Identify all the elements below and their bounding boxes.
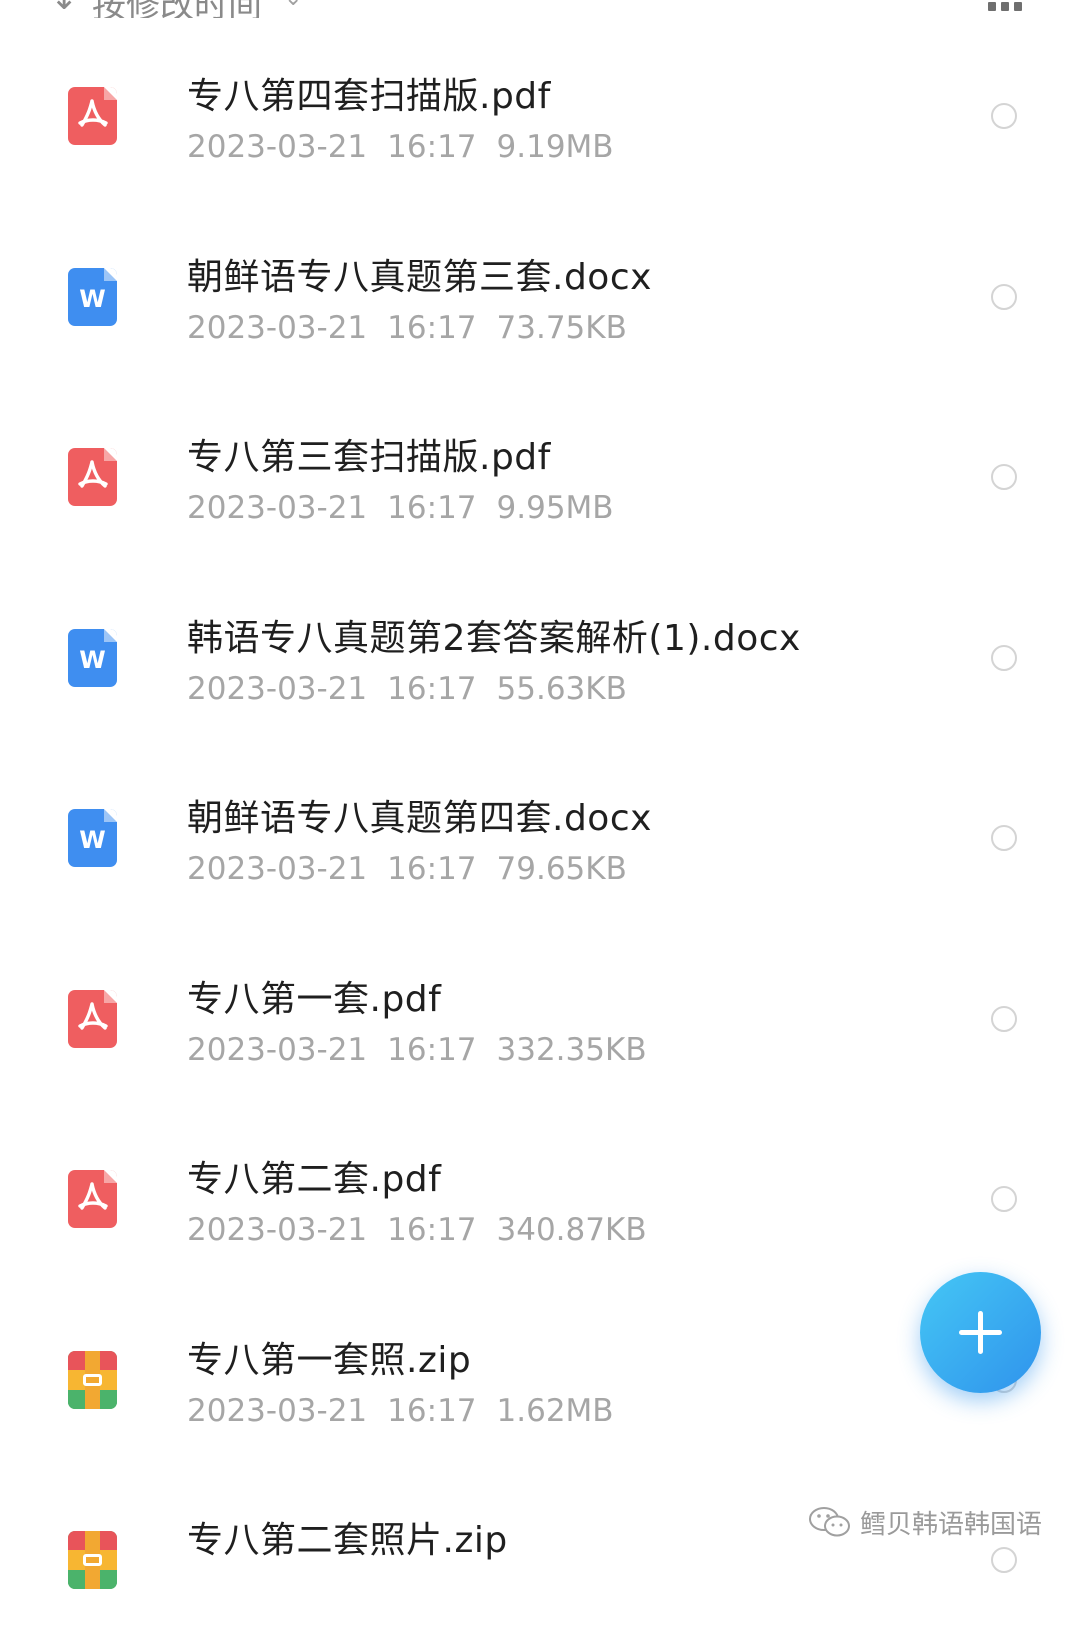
grid-view-icon[interactable] — [988, 2, 1022, 11]
file-name: 朝鲜语专八真题第三套.docx — [187, 256, 652, 298]
svg-text:W: W — [79, 826, 105, 854]
file-date: 2023-03-21 — [187, 1031, 368, 1068]
add-button[interactable] — [920, 1272, 1041, 1393]
file-time: 16:17 — [387, 851, 477, 887]
sort-label[interactable]: 按修改时间 — [92, 0, 262, 18]
file-row[interactable]: 专八第一套照.zip 2023-03-21 16:17 1.62MB — [0, 1289, 1080, 1469]
file-name: 韩语专八真题第2套答案解析(1).docx — [187, 617, 801, 659]
sort-arrow-icon: ↓ — [50, 0, 79, 18]
file-meta: 2023-03-21 16:17 9.19MB — [187, 129, 634, 165]
file-time: 16:17 — [387, 129, 477, 165]
select-radio[interactable] — [991, 1005, 1017, 1032]
watermark-text: 鳕贝韩语韩国语 — [860, 1509, 1043, 1540]
file-date: 2023-03-21 — [187, 1212, 368, 1248]
file-size: 1.62MB — [496, 1392, 614, 1429]
archive-file-icon — [68, 1531, 117, 1589]
pdf-file-icon — [68, 989, 117, 1048]
svg-text:W: W — [79, 285, 105, 313]
file-name: 专八第二套.pdf — [187, 1159, 442, 1200]
file-row[interactable]: 专八第三套扫描版.pdf 2023-03-21 16:17 9.95MB — [0, 386, 1080, 566]
file-time: 16:17 — [387, 1031, 477, 1068]
archive-file-icon — [68, 1350, 117, 1409]
file-meta: 2023-03-21 16:17 9.95MB — [187, 490, 634, 526]
file-name: 专八第一套.pdf — [187, 978, 442, 1020]
file-row[interactable]: 专八第四套扫描版.pdf 2023-03-21 16:17 9.19MB — [0, 25, 1080, 205]
sort-bar[interactable]: ↓ 按修改时间 ⌄ — [0, 0, 1080, 18]
file-date: 2023-03-21 — [187, 1392, 368, 1429]
file-meta: 2023-03-21 16:17 340.87KB — [187, 1212, 667, 1248]
wechat-icon — [809, 1507, 850, 1537]
file-size: 340.87KB — [496, 1212, 647, 1248]
file-time: 16:17 — [387, 670, 477, 707]
file-row[interactable]: W 韩语专八真题第2套答案解析(1).docx 2023-03-21 16:17 55.… — [0, 567, 1080, 747]
file-name: 专八第二套照片.zip — [187, 1520, 508, 1561]
file-size: 55.63KB — [496, 670, 627, 707]
file-row[interactable]: 专八第一套.pdf 2023-03-21 16:17 332.35KB — [0, 928, 1080, 1108]
file-name: 专八第四套扫描版.pdf — [187, 76, 551, 117]
file-date: 2023-03-21 — [187, 490, 368, 526]
word-file-icon: W — [68, 809, 117, 867]
chevron-down-icon[interactable]: ⌄ — [284, 0, 302, 11]
file-name: 专八第三套扫描版.pdf — [187, 437, 551, 478]
file-time: 16:17 — [387, 1212, 477, 1248]
file-row[interactable]: 专八第二套.pdf 2023-03-21 16:17 340.87KB — [0, 1108, 1080, 1288]
file-name: 专八第一套照.zip — [187, 1339, 472, 1381]
file-size: 9.19MB — [496, 129, 614, 165]
file-size: 9.95MB — [496, 490, 614, 526]
file-meta: 2023-03-21 16:17 73.75KB — [187, 310, 647, 346]
file-date: 2023-03-21 — [187, 670, 368, 707]
file-meta: 2023-03-21 16:17 332.35KB — [187, 1032, 667, 1068]
svg-text:W: W — [79, 646, 105, 674]
select-radio[interactable] — [991, 825, 1017, 851]
pdf-file-icon — [68, 87, 117, 145]
file-date: 2023-03-21 — [187, 851, 368, 887]
file-row[interactable]: W 朝鲜语专八真题第三套.docx 2023-03-21 16:17 73.75KB — [0, 206, 1080, 386]
select-radio[interactable] — [991, 1547, 1017, 1573]
select-radio[interactable] — [991, 103, 1017, 129]
pdf-file-icon — [68, 1170, 117, 1228]
select-radio[interactable] — [991, 283, 1017, 310]
pdf-file-icon — [68, 448, 117, 506]
select-radio[interactable] — [991, 644, 1017, 671]
watermark: 鳕贝韩语韩国语 — [808, 1500, 1042, 1544]
file-meta: 2023-03-21 16:17 1.62MB — [187, 1393, 634, 1429]
file-date: 2023-03-21 — [187, 129, 368, 165]
file-row[interactable]: 专八第二套照片.zip — [0, 1469, 1080, 1649]
file-size: 79.65KB — [496, 851, 627, 887]
file-date: 2023-03-21 — [187, 309, 368, 346]
file-meta: 2023-03-21 16:17 79.65KB — [187, 851, 647, 887]
select-radio[interactable] — [991, 464, 1017, 490]
file-time: 16:17 — [387, 309, 477, 346]
file-row[interactable]: W 朝鲜语专八真题第四套.docx 2023-03-21 16:17 79.65KB — [0, 747, 1080, 927]
file-size: 332.35KB — [496, 1031, 647, 1068]
file-meta: 2023-03-21 16:17 55.63KB — [187, 671, 647, 707]
file-time: 16:17 — [387, 490, 477, 526]
word-file-icon: W — [68, 267, 117, 326]
select-radio[interactable] — [991, 1186, 1017, 1212]
file-time: 16:17 — [387, 1392, 477, 1429]
word-file-icon: W — [68, 628, 117, 687]
file-name: 朝鲜语专八真题第四套.docx — [187, 798, 652, 839]
file-size: 73.75KB — [496, 309, 627, 346]
